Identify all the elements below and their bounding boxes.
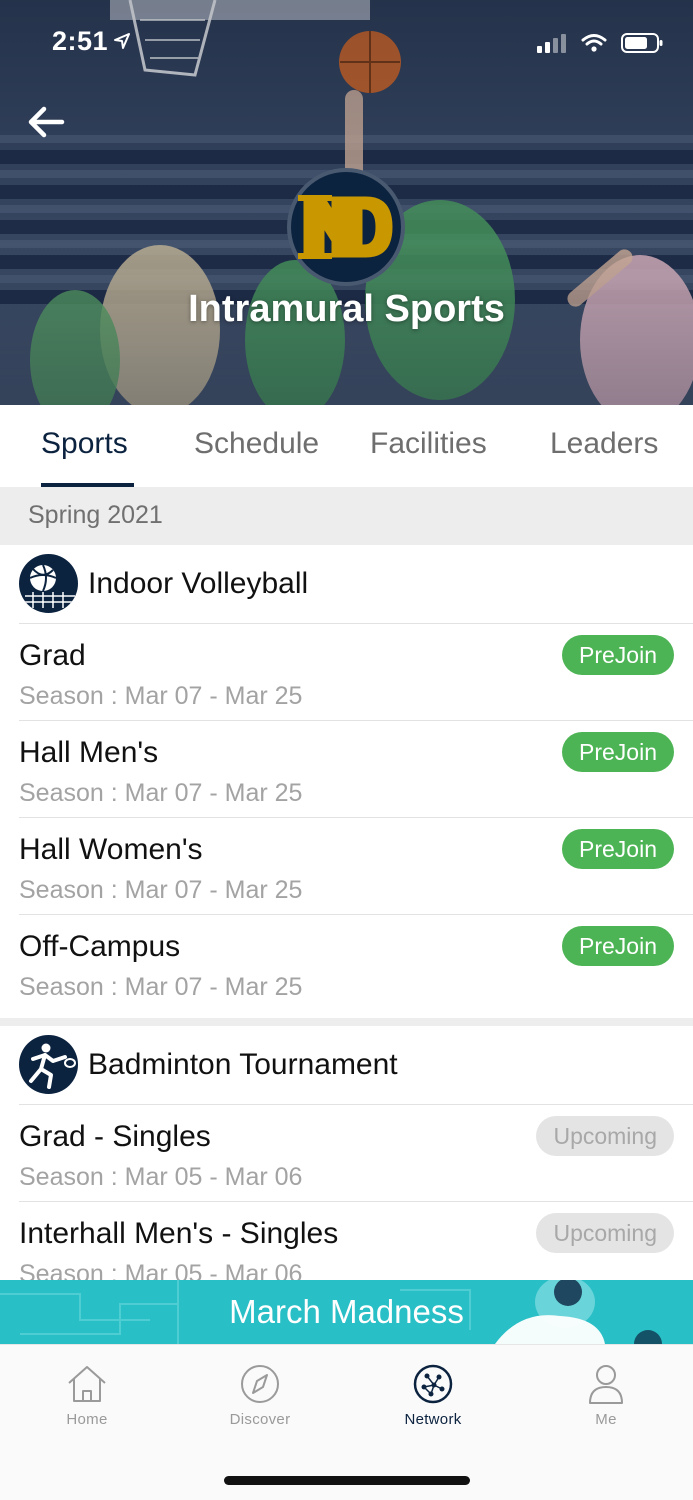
upcoming-badge: Upcoming xyxy=(536,1116,674,1156)
prejoin-button[interactable]: PreJoin xyxy=(562,829,674,869)
home-indicator xyxy=(224,1476,470,1485)
season-label: Spring 2021 xyxy=(28,501,163,529)
league-name: Hall Women's xyxy=(19,833,203,866)
row-divider xyxy=(19,1201,693,1202)
nav-me[interactable]: Me xyxy=(546,1363,666,1428)
cellular-signal-icon xyxy=(537,34,566,53)
league-name: Interhall Men's - Singles xyxy=(19,1217,339,1250)
row-divider xyxy=(19,1104,693,1105)
league-row[interactable]: Grad Season : Mar 07 - Mar 25 PreJoin xyxy=(0,623,693,720)
sport-group-title: Indoor Volleyball xyxy=(88,567,309,600)
league-row[interactable]: Off-Campus Season : Mar 07 - Mar 25 PreJ… xyxy=(0,914,693,1011)
wifi-icon xyxy=(581,34,607,52)
league-name: Grad - Singles xyxy=(19,1120,211,1153)
status-icons xyxy=(537,32,663,54)
tab-leaders[interactable]: Leaders xyxy=(550,427,658,461)
row-divider xyxy=(19,914,693,915)
tab-bar: Sports Schedule Facilities Leaders xyxy=(0,405,693,488)
prejoin-button[interactable]: PreJoin xyxy=(562,926,674,966)
nav-label: Discover xyxy=(229,1411,291,1428)
back-button[interactable] xyxy=(22,98,70,146)
nav-label: Me xyxy=(595,1411,617,1428)
league-name: Grad xyxy=(19,639,86,672)
team-logo xyxy=(287,168,405,286)
nav-label: Home xyxy=(66,1411,108,1428)
prejoin-button[interactable]: PreJoin xyxy=(562,732,674,772)
nav-discover[interactable]: Discover xyxy=(200,1363,320,1428)
person-icon xyxy=(589,1365,623,1404)
row-divider xyxy=(19,623,693,624)
banner-title: March Madness xyxy=(229,1293,464,1330)
nav-network[interactable]: Network xyxy=(373,1363,493,1428)
hero-header: 2:51 Intramural Sports xyxy=(0,0,693,405)
league-season: Season : Mar 07 - Mar 25 xyxy=(19,682,303,710)
volleyball-icon xyxy=(19,554,78,613)
home-icon xyxy=(68,1366,106,1402)
prejoin-button[interactable]: PreJoin xyxy=(562,635,674,675)
march-madness-banner[interactable]: March Madness xyxy=(0,1280,693,1344)
league-row[interactable]: Hall Men's Season : Mar 07 - Mar 25 PreJ… xyxy=(0,720,693,817)
network-icon xyxy=(413,1364,453,1404)
season-header: Spring 2021 xyxy=(0,487,693,545)
status-time: 2:51 xyxy=(52,26,109,56)
league-row[interactable]: Hall Women's Season : Mar 07 - Mar 25 Pr… xyxy=(0,817,693,914)
league-row[interactable]: Grad - Singles Season : Mar 05 - Mar 06 … xyxy=(0,1104,693,1201)
upcoming-badge: Upcoming xyxy=(536,1213,674,1253)
battery-icon xyxy=(621,33,663,53)
league-season: Season : Mar 07 - Mar 25 xyxy=(19,779,303,807)
nav-label: Network xyxy=(404,1411,462,1428)
sport-group-header[interactable]: Badminton Tournament xyxy=(0,1026,693,1104)
notre-dame-logo xyxy=(298,195,393,259)
league-season: Season : Mar 07 - Mar 25 xyxy=(19,973,303,1001)
tab-facilities[interactable]: Facilities xyxy=(370,427,487,461)
tab-sports[interactable]: Sports xyxy=(41,427,128,461)
league-season: Season : Mar 05 - Mar 06 xyxy=(19,1163,303,1191)
league-name: Hall Men's xyxy=(19,736,159,769)
arrow-left-icon xyxy=(28,106,65,138)
location-arrow-icon xyxy=(114,33,130,49)
sport-group-header[interactable]: Indoor Volleyball xyxy=(0,545,693,623)
sport-group-title: Badminton Tournament xyxy=(88,1048,398,1081)
compass-icon xyxy=(241,1365,279,1403)
league-season: Season : Mar 07 - Mar 25 xyxy=(19,876,303,904)
nav-home[interactable]: Home xyxy=(27,1363,147,1428)
row-divider xyxy=(19,817,693,818)
group-divider xyxy=(0,1018,693,1026)
page-title: Intramural Sports xyxy=(188,288,505,330)
row-divider xyxy=(19,720,693,721)
tab-schedule[interactable]: Schedule xyxy=(194,427,319,461)
league-name: Off-Campus xyxy=(19,930,181,963)
badminton-icon xyxy=(19,1035,78,1094)
